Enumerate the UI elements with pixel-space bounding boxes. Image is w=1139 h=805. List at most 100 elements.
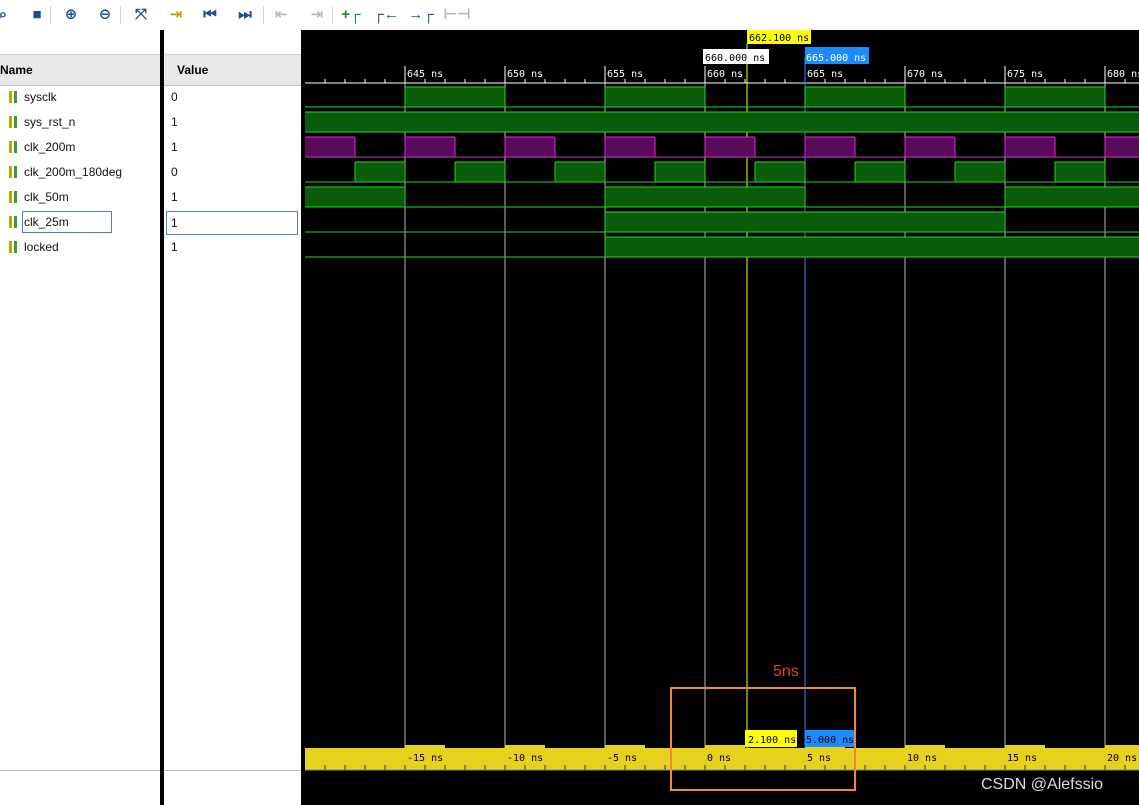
signal-value[interactable]: 1: [166, 211, 298, 235]
signal-value[interactable]: 1: [171, 112, 291, 132]
clk-200m-wave-high: [905, 137, 955, 157]
clk-50m-wave-high: [305, 187, 405, 207]
time-ruler-label: 645 ns: [407, 69, 443, 80]
sysclk-wave-high: [805, 87, 905, 107]
signal-icon: [8, 165, 20, 179]
clk-200m-wave-high: [305, 137, 355, 157]
sys-rst-n-wave-high: [305, 112, 1139, 132]
delta-ruler-label: 20 ns: [1107, 753, 1137, 764]
zoom-in-icon[interactable]: ⊕: [60, 3, 82, 25]
signal-value-text: 1: [171, 216, 178, 230]
clk-200m-180deg-wave-high: [1055, 162, 1105, 182]
signal-icon: [8, 90, 20, 104]
watermark: CSDN @Alefssio: [981, 776, 1104, 793]
signal-name-row[interactable]: sys_rst_n: [0, 112, 160, 132]
value-column-header[interactable]: Value: [164, 54, 301, 86]
signal-icon: [8, 140, 20, 154]
signal-value[interactable]: 1: [171, 137, 291, 157]
signal-name-row[interactable]: clk_25m: [0, 211, 160, 233]
signal-icon: [8, 190, 20, 204]
next-transition-icon[interactable]: ⇥: [306, 3, 328, 25]
signal-value[interactable]: 0: [171, 162, 291, 182]
delta-ruler-tab: [605, 745, 645, 750]
go-to-start-icon[interactable]: ⏮: [199, 3, 221, 25]
next-marker-icon[interactable]: →┌: [408, 3, 434, 25]
delta-ruler-label: 10 ns: [907, 753, 937, 764]
signal-value-text: 1: [171, 115, 178, 129]
zoom-fit-icon[interactable]: ⤧: [130, 3, 152, 25]
sysclk-wave-high: [605, 87, 705, 107]
signal-value[interactable]: 0: [171, 87, 291, 107]
toolbar-separator: [263, 6, 264, 24]
signal-icon: [8, 240, 20, 254]
clk-25m-wave-high: [605, 212, 1005, 232]
time-ruler-label: 680 ns: [1107, 69, 1139, 80]
clk-200m-wave-high: [805, 137, 855, 157]
signal-name-row[interactable]: sysclk: [0, 87, 160, 107]
clk-200m-wave-high: [505, 137, 555, 157]
sysclk-wave-high: [1005, 87, 1105, 107]
clk-200m-wave-high: [1105, 137, 1139, 157]
signal-value-text: 0: [171, 165, 178, 179]
annotation-box: [670, 687, 856, 791]
left-cursor-label: 660.000 ns: [705, 53, 765, 64]
time-ruler-label: 650 ns: [507, 69, 543, 80]
time-ruler-label: 670 ns: [907, 69, 943, 80]
delta-ruler-label: -5 ns: [607, 753, 637, 764]
clk-50m-wave-high: [605, 187, 805, 207]
previous-transition-icon[interactable]: ⇤: [270, 3, 292, 25]
signal-name-row[interactable]: locked: [0, 237, 160, 257]
toolbar-separator: [332, 6, 333, 24]
name-column-label: Name: [0, 63, 33, 77]
time-ruler-label: 665 ns: [807, 69, 843, 80]
add-marker-icon[interactable]: +┌: [340, 3, 362, 25]
signal-icon: [8, 215, 20, 229]
delta-ruler-label: 15 ns: [1007, 753, 1037, 764]
signal-name: locked: [24, 240, 59, 254]
previous-marker-icon[interactable]: ┌←: [373, 3, 399, 25]
clk-200m-180deg-wave-high: [355, 162, 405, 182]
time-ruler-label: 655 ns: [607, 69, 643, 80]
toolbar-separator: [50, 6, 51, 24]
delta-ruler-tab: [1005, 745, 1045, 750]
signal-value[interactable]: 1: [171, 237, 291, 257]
delta-ruler-label: -15 ns: [407, 753, 443, 764]
delta-ruler-tab: [905, 745, 945, 750]
signal-name: sys_rst_n: [24, 115, 76, 129]
clk-200m-wave-high: [605, 137, 655, 157]
clk-200m-180deg-wave-high: [655, 162, 705, 182]
toolbar: ⌕ ■ ⊕ ⊖ ⤧ ⇥ ⏮ ⏭ ⇤ ⇥ +┌ ┌← →┌ ⊢⊣: [0, 0, 1139, 31]
delta-ruler-label: -10 ns: [507, 753, 543, 764]
toolbar-separator: [120, 6, 121, 24]
signal-name: clk_25m: [22, 211, 112, 233]
main-cursor-label: 662.100 ns: [749, 33, 809, 44]
clk-200m-180deg-wave-high: [855, 162, 905, 182]
clk-200m-180deg-wave-high: [755, 162, 805, 182]
value-column-label: Value: [177, 63, 209, 77]
signal-name: clk_200m: [24, 140, 76, 154]
clk-50m-wave-high: [1005, 187, 1139, 207]
clk-200m-wave-high: [1005, 137, 1055, 157]
signal-value[interactable]: 1: [171, 187, 291, 207]
go-to-end-icon[interactable]: ⏭: [234, 3, 256, 25]
signal-name: clk_200m_180deg: [24, 165, 123, 179]
clk-200m-180deg-wave-high: [955, 162, 1005, 182]
go-to-cursor-icon[interactable]: ⇥: [165, 3, 187, 25]
signal-name-row[interactable]: clk_200m: [0, 137, 160, 157]
swap-cursors-icon[interactable]: ⊢⊣: [443, 3, 470, 25]
save-icon[interactable]: ■: [26, 3, 48, 25]
signal-name-row[interactable]: clk_50m: [0, 187, 160, 207]
clk-200m-wave-high: [405, 137, 455, 157]
delta-ruler-tab: [1105, 745, 1139, 750]
locked-wave-high: [605, 237, 1139, 257]
signal-name: clk_50m: [24, 190, 69, 204]
signal-name-row[interactable]: clk_200m_180deg: [0, 162, 160, 182]
name-pane-footer-line: [0, 770, 160, 771]
search-icon[interactable]: ⌕: [0, 3, 14, 25]
delta-ruler-tab: [405, 745, 445, 750]
zoom-out-icon[interactable]: ⊖: [94, 3, 116, 25]
name-column-header[interactable]: Name: [0, 54, 160, 86]
signal-value-text: 1: [171, 140, 178, 154]
time-ruler-label: 675 ns: [1007, 69, 1043, 80]
clk-200m-180deg-wave-high: [455, 162, 505, 182]
